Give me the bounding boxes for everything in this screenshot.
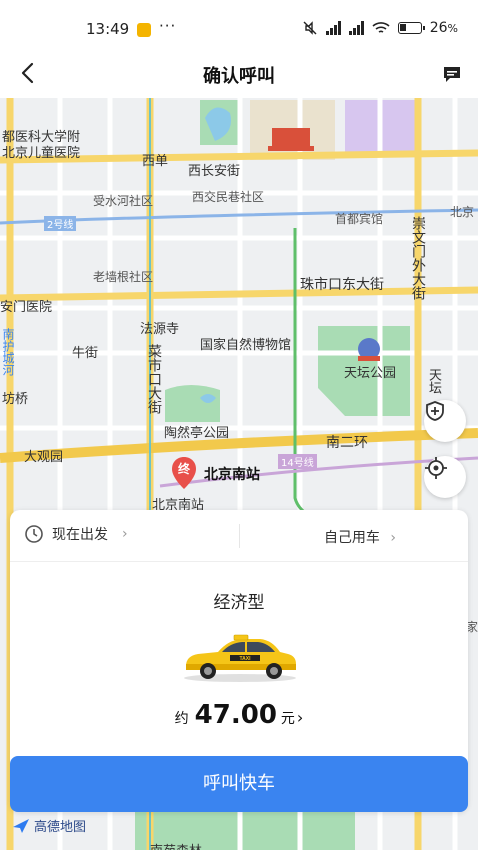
price-estimate[interactable]: 约 47.00 元 › (10, 700, 468, 730)
map-logo: 高德地图 (12, 816, 86, 835)
car-type-label: 经济型 (213, 593, 265, 613)
map-label-shoudu-hotel: 首都宾馆 (335, 212, 384, 226)
map-label-nanyuan: 南苑森林 (150, 840, 202, 850)
notification-app-icon (137, 23, 151, 37)
map-label-chongwen: 崇文门外大街 (410, 216, 426, 300)
map-label-nanhucheng: 南护城河 (1, 328, 15, 376)
chevron-right-icon: › (390, 530, 396, 546)
status-icons: 26% (302, 20, 458, 36)
crosshair-icon (425, 457, 447, 479)
taxi-sign-text: TAXI (239, 656, 251, 662)
rider-label: 自己用车 (323, 530, 380, 546)
destination-marker-label: 终 (177, 462, 190, 476)
chevron-right-icon: › (122, 526, 128, 542)
page-title: 确认呼叫 (203, 66, 275, 87)
price-unit: 元 (280, 711, 295, 727)
map-label-xichangan: 西长安街 (188, 164, 241, 179)
map-label-beijing-right: 北京 (450, 205, 475, 219)
destination-label: 北京南站 (204, 467, 260, 483)
map-label-laoqianggen: 老墙根社区 (93, 270, 154, 284)
map-label-line2: 2号线 (44, 216, 77, 231)
options-divider (239, 524, 240, 548)
message-icon[interactable] (442, 64, 462, 84)
wifi-icon (372, 22, 390, 33)
locate-button[interactable] (424, 456, 466, 498)
map-label-fangqiao: 坊桥 (2, 392, 29, 407)
map-label-shoushuihe: 受水河社区 (93, 194, 154, 208)
map-label-line14: 14号线 (278, 454, 317, 469)
battery-level: 26% (429, 20, 458, 36)
battery-icon (397, 22, 425, 34)
chevron-right-icon: › (296, 708, 304, 727)
safety-button[interactable] (424, 400, 466, 442)
map-label-tian-right: 天坛 (426, 368, 441, 394)
map-label-daguanyuan: 大观园 (24, 450, 64, 465)
map-label-tiantan: 天坛公园 (344, 366, 397, 381)
depart-time-label: 现在出发 (52, 527, 108, 543)
map-label-caishikou: 菜市口大街 (146, 344, 162, 414)
status-time: 13:49 (86, 20, 130, 38)
rider-option[interactable]: 自己用车 › (324, 527, 396, 547)
options-row: 现在出发 › 自己用车 › (10, 510, 468, 562)
map-label-taorangting: 陶然亭公园 (164, 426, 230, 441)
price-value: 47.00 (194, 700, 277, 730)
shield-icon (426, 401, 444, 421)
map-label-niujie: 牛街 (72, 346, 99, 361)
amap-logo-icon (13, 818, 29, 833)
map-logo-text: 高德地图 (34, 820, 87, 835)
nav-bar: 确认呼叫 (0, 52, 478, 98)
map-label-natural-museum: 国家自然博物馆 (200, 338, 292, 353)
call-ride-button[interactable]: 呼叫快车 (10, 756, 468, 812)
price-prefix: 约 (174, 711, 189, 727)
map-label-nanerhuan: 南二环 (326, 435, 368, 451)
map-label-xidan: 西单 (142, 154, 169, 169)
map-label-anmen: 安门医院 (0, 300, 53, 315)
map-label-xijiaominxiang: 西交民巷社区 (192, 190, 265, 204)
signal-icon (325, 21, 341, 35)
clock-icon (25, 525, 43, 543)
status-bar: 13:49 ··· 26% (0, 0, 478, 52)
more-notifications-indicator: ··· (159, 17, 177, 35)
mute-icon (303, 21, 317, 35)
signal-icon-2 (348, 21, 364, 35)
map-label-zhushikou: 珠市口东大街 (300, 277, 384, 293)
map-label-fayuansi: 法源寺 (140, 322, 180, 337)
destination-marker[interactable]: 终 (171, 456, 197, 490)
map-label-childrens-hospital: 北京儿童医院 (2, 146, 81, 161)
taxi-car-icon[interactable]: TAXI (180, 628, 300, 684)
depart-time-option[interactable]: 现在出发 › (24, 524, 128, 544)
